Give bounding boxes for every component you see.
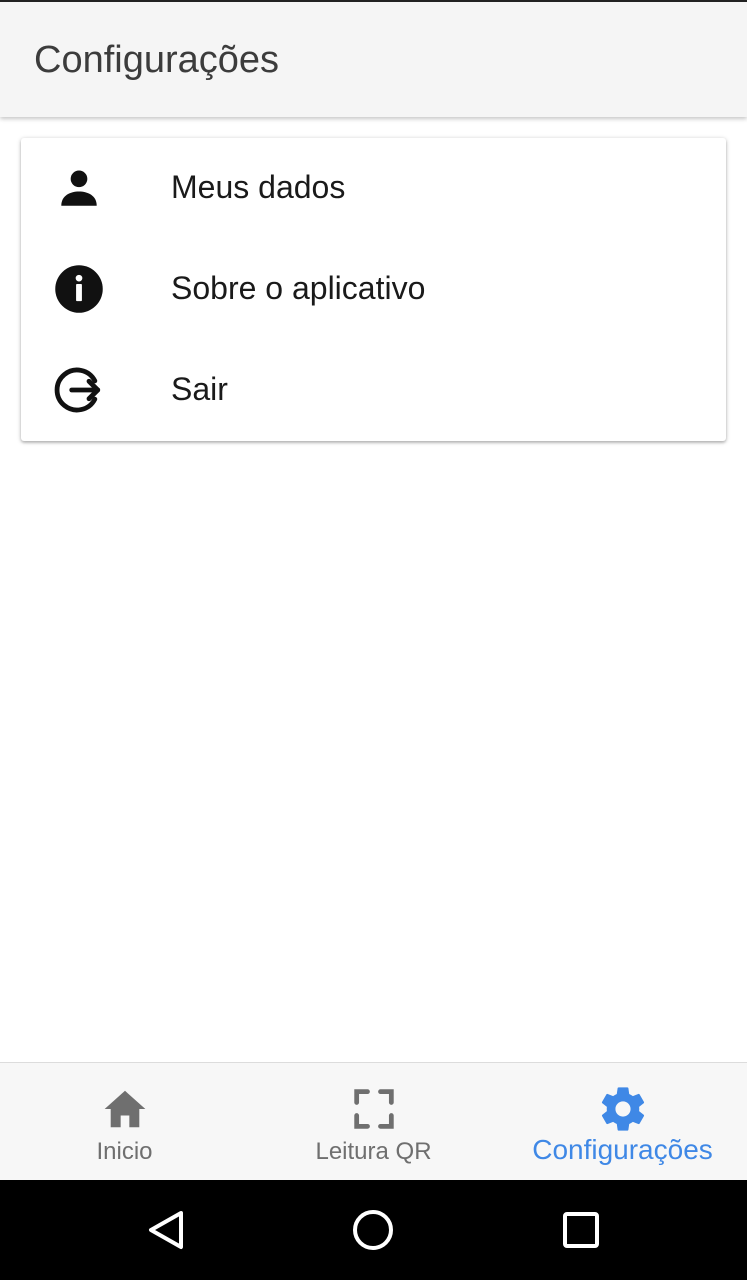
app-header: Configurações — [0, 0, 747, 117]
info-icon — [54, 264, 104, 314]
home-circle-icon[interactable] — [348, 1205, 398, 1255]
bottom-navigation: Inicio Leitura QR Configurações — [0, 1062, 747, 1180]
menu-item-label: Meus dados — [171, 169, 346, 205]
gear-icon — [597, 1083, 649, 1135]
home-icon — [99, 1083, 151, 1135]
menu-item-label: Sobre o aplicativo — [171, 270, 426, 306]
tab-leitura-qr[interactable]: Leitura QR — [249, 1063, 498, 1181]
tab-label: Inicio — [96, 1138, 153, 1165]
menu-item-sobre[interactable]: Sobre o aplicativo — [21, 239, 726, 340]
logout-icon — [54, 365, 104, 415]
tab-configuracoes[interactable]: Configurações — [498, 1063, 747, 1181]
person-icon — [54, 163, 104, 213]
qr-scan-icon — [348, 1083, 400, 1135]
menu-item-sair[interactable]: Sair — [21, 340, 726, 441]
menu-item-meus-dados[interactable]: Meus dados — [21, 138, 726, 239]
back-icon[interactable] — [141, 1205, 191, 1255]
tab-label: Leitura QR — [315, 1138, 432, 1165]
tab-inicio[interactable]: Inicio — [0, 1063, 249, 1181]
tab-label: Configurações — [532, 1134, 713, 1165]
menu-item-label: Sair — [171, 371, 228, 407]
settings-menu-card: Meus dados Sobre o aplicativo Sair — [21, 138, 726, 441]
system-navigation-bar — [0, 1180, 747, 1280]
recents-icon[interactable] — [556, 1205, 606, 1255]
page-title: Configurações — [34, 39, 280, 81]
